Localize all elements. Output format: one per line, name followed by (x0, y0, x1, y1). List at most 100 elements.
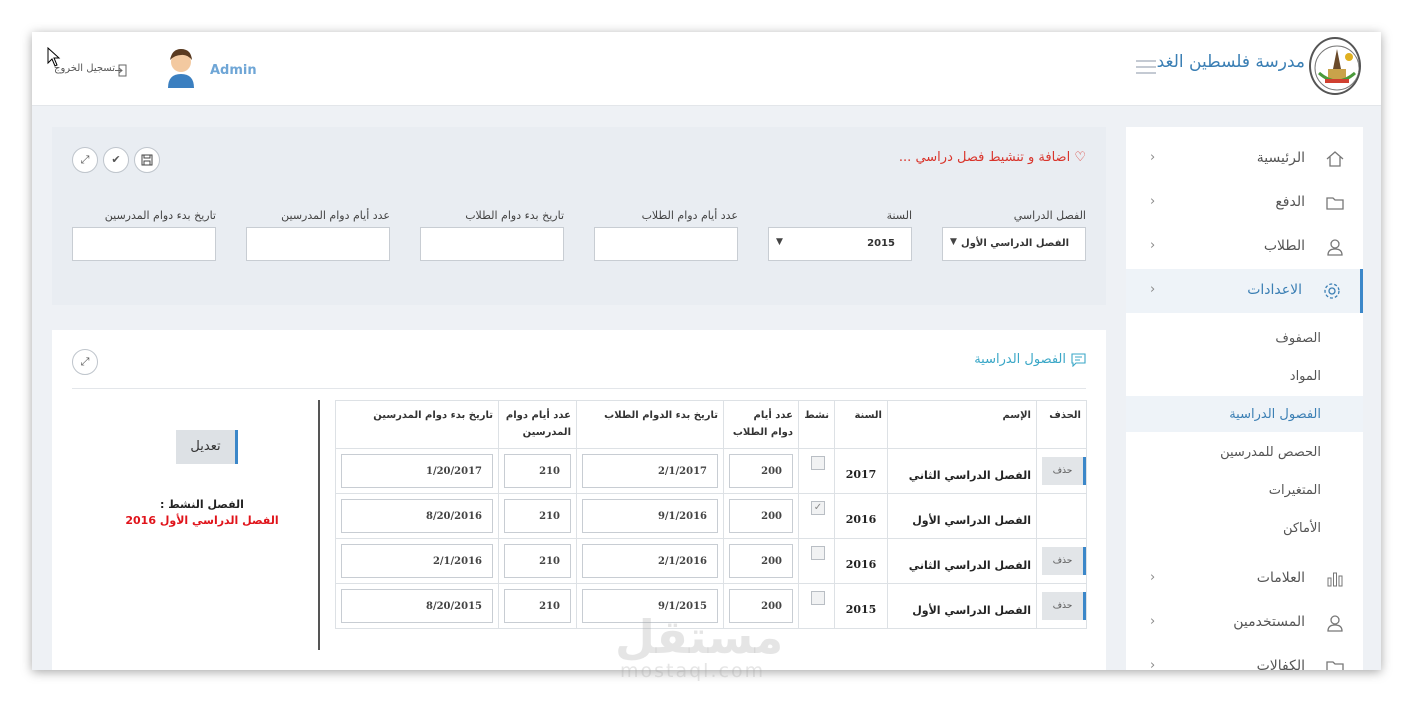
semester-select[interactable]: الفصل الدراسي الأول ▼ (942, 227, 1086, 261)
table-row: حذف الفصل الدراسي الثاني 2017 200 2/1/20… (335, 448, 1087, 494)
bar-chart-icon (1325, 569, 1345, 589)
sidebar-item-label: الطلاب (1263, 238, 1305, 254)
sidebar: الرئيسية ‹ الدفع ‹ الطلاب ‹ الاعدادات ‹ … (1126, 127, 1363, 670)
sidebar-sub-item-subjects[interactable]: المواد (1290, 369, 1321, 384)
logout-icon[interactable] (114, 62, 127, 77)
sidebar-item-grades[interactable]: العلامات ‹ (1126, 557, 1363, 601)
student-days-input[interactable] (594, 227, 738, 261)
year-select[interactable]: 2015 ▼ (768, 227, 912, 261)
user-icon (1325, 237, 1345, 257)
user-name[interactable]: Admin (210, 63, 257, 78)
check-icon[interactable]: ✔ (103, 147, 129, 173)
school-name[interactable]: مدرسة فلسطين الغد (1157, 52, 1305, 72)
users-icon (1325, 613, 1345, 633)
teacher-start-input[interactable]: 8/20/2016 (341, 499, 493, 533)
active-checkbox[interactable] (811, 546, 825, 560)
delete-cell (1036, 493, 1087, 539)
expand-icon[interactable]: ⤢ (72, 349, 98, 375)
teacher-start-cell: 8/20/2016 (335, 493, 499, 539)
active-checkbox[interactable] (811, 591, 825, 605)
student-days-cell: 200 (723, 493, 799, 539)
teacher-start-label: تاريخ بدء دوام المدرسين (104, 209, 216, 222)
chevron-left-icon: ‹ (1150, 282, 1156, 297)
chevron-left-icon: ‹ (1150, 238, 1156, 253)
active-checkbox[interactable] (811, 456, 825, 470)
teacher-days-input[interactable]: 210 (504, 454, 571, 488)
student-days-input[interactable]: 200 (729, 544, 793, 578)
chevron-left-icon: ‹ (1150, 150, 1156, 165)
avatar[interactable] (164, 46, 198, 88)
student-start-input[interactable]: 2/1/2017 (582, 454, 718, 488)
header-teacher-days: عدد أيام دوام المدرسين (498, 400, 577, 449)
student-days-cell: 200 (723, 538, 799, 584)
teacher-days-input[interactable]: 210 (504, 589, 571, 623)
school-logo[interactable] (1309, 37, 1361, 95)
sidebar-sub-item-teacher-periods[interactable]: الحصص للمدرسين (1220, 445, 1321, 460)
student-start-cell: 2/1/2016 (576, 538, 724, 584)
folder-icon (1325, 657, 1345, 670)
semester-year: 2017 (834, 448, 888, 494)
active-cell (798, 538, 835, 584)
chevron-left-icon: ‹ (1150, 194, 1156, 209)
student-start-cell: 9/1/2016 (576, 493, 724, 539)
student-days-input[interactable]: 200 (729, 499, 793, 533)
save-icon[interactable] (134, 147, 160, 173)
delete-button[interactable]: حذف (1042, 592, 1086, 620)
expand-icon[interactable]: ⤢ (72, 147, 98, 173)
delete-button[interactable]: حذف (1042, 547, 1086, 575)
chevron-left-icon: ‹ (1150, 570, 1156, 585)
semester-name: الفصل الدراسي الثاني (887, 538, 1037, 584)
sidebar-item-sponsorships[interactable]: الكفالات ‹ (1126, 645, 1363, 670)
teacher-start-input[interactable] (72, 227, 216, 261)
active-checkbox-checked[interactable]: ✓ (811, 501, 825, 515)
chevron-left-icon: ‹ (1150, 614, 1156, 629)
teacher-start-input[interactable]: 2/1/2016 (341, 544, 493, 578)
sidebar-sub-item-semesters[interactable]: الفصول الدراسية (1229, 407, 1321, 422)
logout-link[interactable]: تسجيل الخروج (54, 63, 115, 74)
menu-toggle-icon[interactable] (1136, 60, 1156, 74)
teacher-days-cell: 210 (498, 583, 577, 629)
student-start-cell: 2/1/2017 (576, 448, 724, 494)
sidebar-sub-item-places[interactable]: الأماكن (1283, 521, 1321, 536)
header-student-start: تاريخ بدء الدوام الطلاب (576, 400, 724, 449)
teacher-days-input[interactable]: 210 (504, 499, 571, 533)
dropdown-arrow-icon: ▼ (950, 237, 957, 247)
sidebar-item-payment[interactable]: الدفع ‹ (1126, 181, 1363, 225)
table-header-row: الحذف الإسم السنة نشط عدد أيام دوام الطل… (335, 400, 1087, 449)
mouse-cursor-icon (47, 46, 61, 67)
home-icon (1325, 149, 1345, 169)
table-row: حذف الفصل الدراسي الثاني 2016 200 2/1/20… (335, 538, 1087, 584)
teacher-days-cell: 210 (498, 448, 577, 494)
teacher-start-input[interactable]: 1/20/2017 (341, 454, 493, 488)
sidebar-item-label: الرئيسية (1256, 150, 1305, 166)
sidebar-item-label: الدفع (1275, 194, 1305, 210)
sidebar-item-home[interactable]: الرئيسية ‹ (1126, 137, 1363, 181)
student-start-input[interactable] (420, 227, 564, 261)
sidebar-item-settings[interactable]: الاعدادات ‹ (1126, 269, 1363, 313)
teacher-days-cell: 210 (498, 538, 577, 584)
sidebar-item-users[interactable]: المستخدمين ‹ (1126, 601, 1363, 645)
panel-title: الفصول الدراسية (974, 352, 1066, 367)
sidebar-item-students[interactable]: الطلاب ‹ (1126, 225, 1363, 269)
chevron-left-icon: ‹ (1150, 658, 1156, 670)
dropdown-arrow-icon: ▼ (776, 237, 783, 247)
semester-name: الفصل الدراسي الأول (887, 493, 1037, 539)
delete-button[interactable]: حذف (1042, 457, 1086, 485)
header-year: السنة (834, 400, 888, 449)
folder-icon (1325, 193, 1345, 213)
teacher-days-input[interactable] (246, 227, 390, 261)
student-days-input[interactable]: 200 (729, 454, 793, 488)
semester-value: الفصل الدراسي الأول (961, 238, 1069, 249)
student-start-input[interactable]: 2/1/2016 (582, 544, 718, 578)
sidebar-sub-item-classes[interactable]: الصفوف (1275, 331, 1321, 346)
top-header: مدرسة فلسطين الغد Admin تسجيل الخروج (32, 32, 1381, 106)
teacher-start-input[interactable]: 8/20/2015 (341, 589, 493, 623)
teacher-days-input[interactable]: 210 (504, 544, 571, 578)
watermark-url: mostaql.com (620, 660, 766, 682)
student-start-input[interactable]: 9/1/2016 (582, 499, 718, 533)
edit-button[interactable]: تعديل (176, 430, 238, 464)
panel-title-text: اضافة و تنشيط فصل دراسي ... (898, 150, 1071, 165)
vertical-divider (318, 400, 320, 650)
sidebar-sub-item-variables[interactable]: المتغيرات (1269, 483, 1321, 498)
semester-year: 2015 (834, 583, 888, 629)
